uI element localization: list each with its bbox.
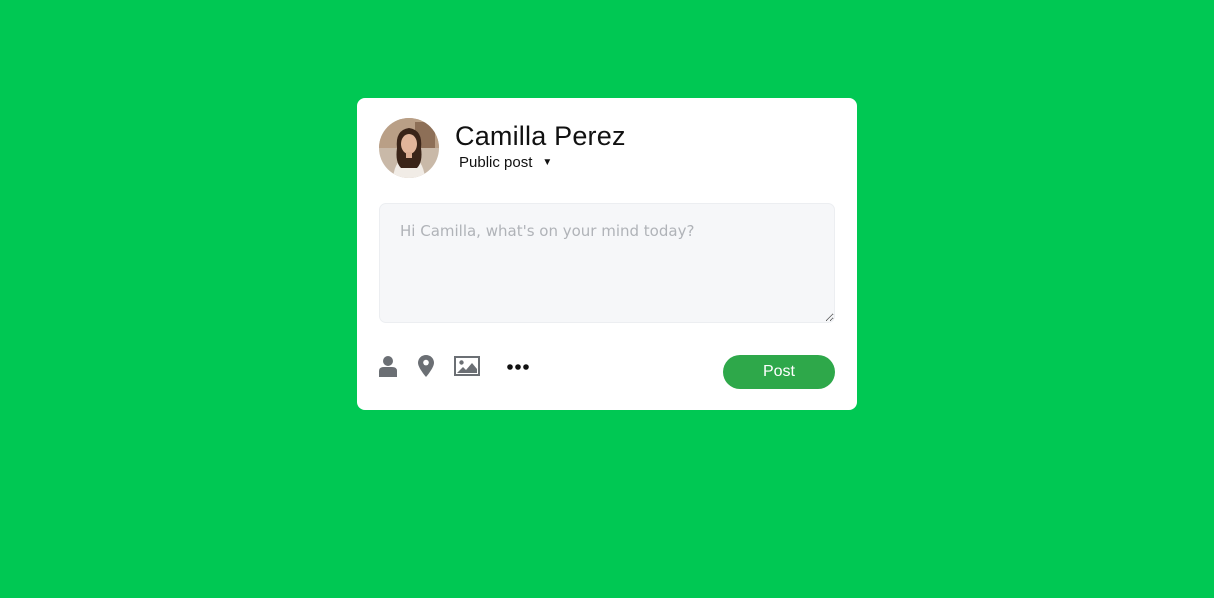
image-icon[interactable] <box>454 355 480 377</box>
create-post-card: Camilla Perez Public post ▼ Hi Camilla, … <box>357 98 857 410</box>
avatar-photo <box>379 118 439 178</box>
post-text-input[interactable] <box>379 203 835 323</box>
privacy-label: Public post <box>459 154 533 171</box>
user-identity: Camilla Perez Public post ▼ <box>455 120 626 171</box>
avatar <box>379 118 439 178</box>
more-icon[interactable] <box>507 355 529 377</box>
privacy-selector[interactable]: Public post ▼ <box>459 154 626 171</box>
user-name: Camilla Perez <box>455 121 626 151</box>
post-header: Camilla Perez Public post ▼ <box>379 118 626 178</box>
caret-down-icon: ▼ <box>542 157 553 168</box>
post-toolbar <box>379 355 529 377</box>
person-icon[interactable] <box>379 355 397 377</box>
location-pin-icon[interactable] <box>418 355 434 377</box>
post-button[interactable]: Post <box>723 355 835 389</box>
